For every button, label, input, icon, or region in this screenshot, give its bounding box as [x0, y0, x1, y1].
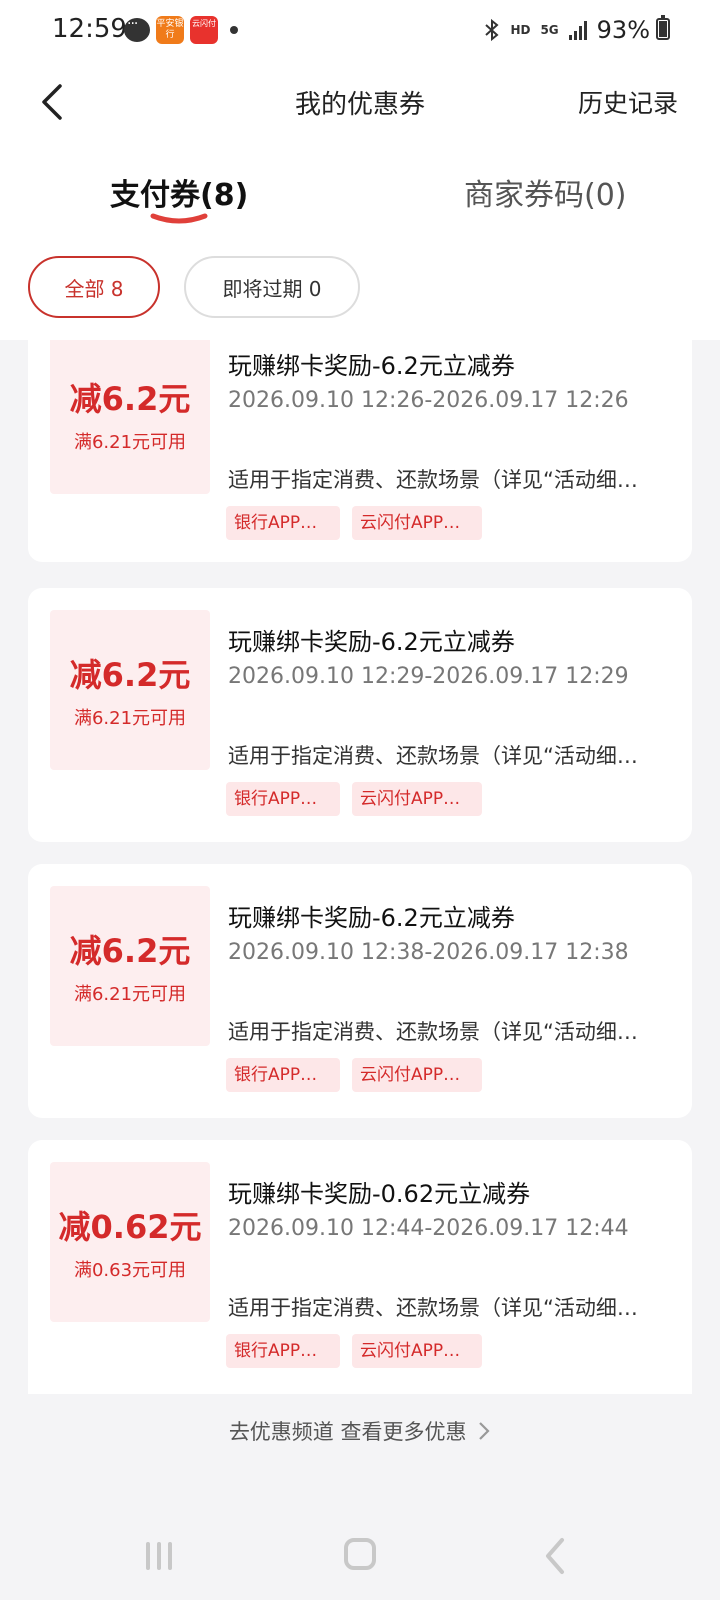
battery-percent: 93%: [596, 16, 650, 44]
status-time: 12:59: [52, 14, 127, 44]
coupon-amount: 减6.2元: [69, 932, 191, 970]
coupon-card[interactable]: 减6.2元 满6.21元可用 玩赚绑卡奖励-6.2元立减券 2026.09.10…: [28, 340, 692, 562]
coupon-validity: 2026.09.10 12:26-2026.09.17 12:26: [228, 388, 629, 413]
filter-expiring-chip[interactable]: 即将过期 0: [184, 256, 360, 318]
coupon-tag-yunshanfu-app: 云闪付APP…: [352, 506, 482, 540]
ping-an-bank-notification-icon: 平安银行: [156, 16, 184, 44]
coupon-amount-box: 减6.2元 满6.21元可用: [50, 340, 210, 494]
system-status: HD 5G 93%: [484, 16, 650, 44]
coupon-validity: 2026.09.10 12:29-2026.09.17 12:29: [228, 664, 629, 689]
yunshanfu-notification-icon: 云闪付: [190, 16, 218, 44]
home-icon[interactable]: [344, 1538, 376, 1570]
coupon-title: 玩赚绑卡奖励-6.2元立减券: [228, 628, 515, 656]
filter-all-chip[interactable]: 全部 8: [28, 256, 160, 318]
signal-icon: [568, 20, 587, 40]
coupon-title: 玩赚绑卡奖励-6.2元立减券: [228, 352, 515, 380]
coupon-tag-yunshanfu-app: 云闪付APP…: [352, 1058, 482, 1092]
hd-indicator: HD: [510, 23, 531, 37]
more-offers-link[interactable]: 去优惠频道 查看更多优惠: [0, 1416, 720, 1446]
coupon-tag-bank-app: 银行APP…: [226, 1334, 340, 1368]
coupon-description: 适用于指定消费、还款场景（详见“活动细…: [228, 744, 638, 768]
coupon-amount: 减6.2元: [69, 380, 191, 418]
coupon-description: 适用于指定消费、还款场景（详见“活动细…: [228, 1296, 638, 1320]
coupon-description: 适用于指定消费、还款场景（详见“活动细…: [228, 468, 638, 492]
more-notifications-dot-icon: [230, 26, 238, 34]
coupon-tag-bank-app: 银行APP…: [226, 782, 340, 816]
coupon-amount-box: 减6.2元 满6.21元可用: [50, 886, 210, 1046]
coupon-tag-bank-app: 银行APP…: [226, 506, 340, 540]
coupon-title: 玩赚绑卡奖励-0.62元立减券: [228, 1180, 531, 1208]
coupon-amount: 减6.2元: [69, 656, 191, 694]
coupon-validity: 2026.09.10 12:38-2026.09.17 12:38: [228, 940, 629, 965]
coupon-amount-box: 减6.2元 满6.21元可用: [50, 610, 210, 770]
coupon-tag-yunshanfu-app: 云闪付APP…: [352, 1334, 482, 1368]
history-button[interactable]: 历史记录: [578, 84, 678, 120]
tab-merchant-codes[interactable]: 商家券码(0): [464, 170, 627, 214]
coupon-tabs: 支付券(8) 商家券码(0): [0, 148, 720, 242]
chevron-right-icon: [479, 1422, 490, 1440]
bluetooth-icon: [485, 18, 499, 42]
network-5g-indicator: 5G: [540, 23, 559, 37]
coupon-amount: 减0.62元: [58, 1208, 202, 1246]
notification-icons: 平安银行 云闪付: [124, 16, 238, 44]
recents-icon[interactable]: [146, 1542, 172, 1570]
coupon-condition: 满6.21元可用: [73, 984, 187, 1005]
coupon-list[interactable]: 减6.2元 满6.21元可用 玩赚绑卡奖励-6.2元立减券 2026.09.10…: [0, 340, 720, 1514]
coupon-card[interactable]: 减6.2元 满6.21元可用 玩赚绑卡奖励-6.2元立减券 2026.09.10…: [28, 588, 692, 842]
active-tab-indicator: [150, 213, 208, 224]
coupon-validity: 2026.09.10 12:44-2026.09.17 12:44: [228, 1216, 629, 1241]
status-bar: 12:59 平安银行 云闪付 HD 5G 93%: [0, 0, 720, 58]
coupon-condition: 满0.63元可用: [73, 1260, 187, 1281]
coupon-title: 玩赚绑卡奖励-6.2元立减券: [228, 904, 515, 932]
chat-notification-icon: [124, 16, 150, 42]
filter-bar: 全部 8 即将过期 0: [0, 242, 720, 340]
system-back-icon[interactable]: [540, 1536, 570, 1576]
coupon-card[interactable]: 减0.62元 满0.63元可用 玩赚绑卡奖励-0.62元立减券 2026.09.…: [28, 1140, 692, 1394]
header: 我的优惠券 历史记录: [0, 58, 720, 148]
tab-payment-coupons[interactable]: 支付券(8): [110, 170, 248, 214]
coupon-tag-yunshanfu-app: 云闪付APP…: [352, 782, 482, 816]
battery-icon: [656, 15, 670, 40]
coupon-condition: 满6.21元可用: [73, 708, 187, 729]
coupon-tag-bank-app: 银行APP…: [226, 1058, 340, 1092]
coupon-condition: 满6.21元可用: [73, 432, 187, 453]
coupon-description: 适用于指定消费、还款场景（详见“活动细…: [228, 1020, 638, 1044]
system-navigation-bar: [0, 1514, 720, 1600]
coupon-amount-box: 减0.62元 满0.63元可用: [50, 1162, 210, 1322]
coupon-card[interactable]: 减6.2元 满6.21元可用 玩赚绑卡奖励-6.2元立减券 2026.09.10…: [28, 864, 692, 1118]
more-offers-label: 去优惠频道 查看更多优惠: [228, 1420, 467, 1444]
